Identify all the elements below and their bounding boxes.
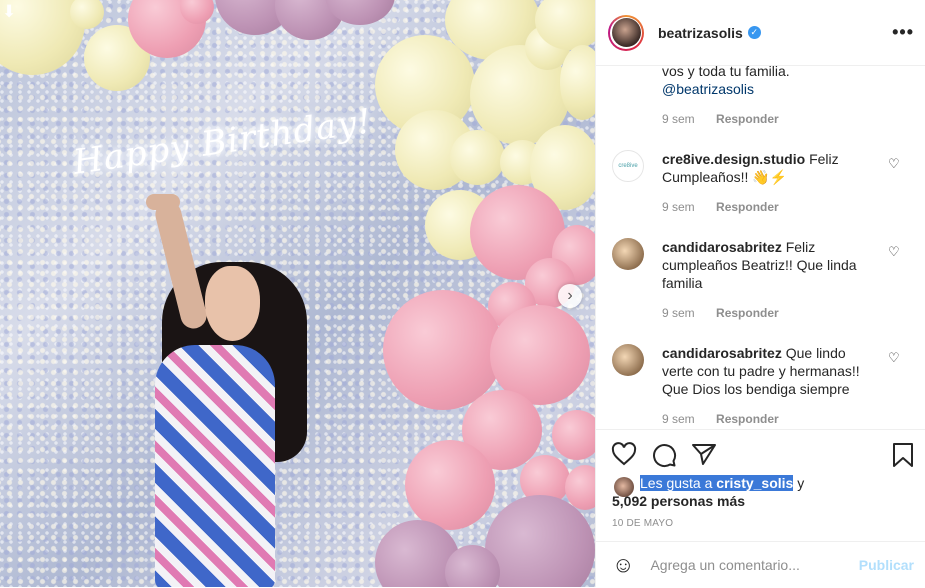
likes-prefix: Les gusta a [640, 475, 717, 491]
balloon [552, 410, 595, 460]
comment-time[interactable]: 9 sem [662, 412, 695, 426]
caption-text: vos y toda tu familia. [662, 66, 790, 79]
reply-button[interactable]: Responder [716, 112, 779, 126]
comment-like-heart-icon[interactable]: ♡ [888, 350, 900, 366]
likes-count[interactable]: 5,092 personas más [612, 493, 745, 509]
comment-like-heart-icon[interactable]: ♡ [888, 244, 900, 260]
post-username[interactable]: beatrizasolis [658, 25, 743, 41]
comment-username[interactable]: candidarosabritez [662, 345, 782, 361]
save-bookmark-icon[interactable] [892, 442, 914, 468]
comment-bubble-icon[interactable] [651, 442, 677, 468]
add-comment-bar: ☺ Publicar [596, 541, 925, 588]
reply-button[interactable]: Responder [716, 306, 779, 320]
comment-username[interactable]: candidarosabritez [662, 239, 782, 255]
comment-input[interactable] [648, 556, 843, 574]
caption-meta: 9 sem Responder [662, 112, 779, 126]
action-bar [596, 429, 925, 480]
comment-username[interactable]: cre8ive.design.studio [662, 151, 805, 167]
avatar [611, 18, 641, 47]
balloon [450, 130, 505, 185]
post-date[interactable]: 10 DE MAYO [612, 518, 673, 529]
cre8ive-logo-icon: cre8ive [618, 163, 638, 169]
chevron-right-icon: › [567, 287, 573, 304]
comment-meta: 9 sem Responder [662, 200, 779, 214]
comment-avatar[interactable] [612, 238, 644, 270]
comment-avatar[interactable] [612, 344, 644, 376]
comments-list: vos y toda tu familia. @beatrizasolis 9 … [596, 66, 925, 429]
person-face [205, 266, 260, 341]
balloon [383, 290, 503, 410]
comment-time[interactable]: 9 sem [662, 112, 695, 126]
story-ring[interactable] [608, 14, 644, 51]
comment-time[interactable]: 9 sem [662, 306, 695, 320]
post-photo[interactable]: Happy Birthday! ⬇ › [0, 0, 595, 587]
caption-fragment: vos y toda tu familia. @beatrizasolis [662, 66, 790, 98]
comment-meta: 9 sem Responder [662, 412, 779, 426]
more-options-icon[interactable]: ••• [892, 22, 914, 43]
post-header: beatrizasolis ✓ ••• [596, 0, 925, 66]
likes-summary: Les gusta a cristy_solis y 5,092 persona… [612, 474, 805, 510]
tag-arrow-icon[interactable]: ⬇ [2, 2, 16, 22]
reply-button[interactable]: Responder [716, 412, 779, 426]
post-sidebar: beatrizasolis ✓ ••• vos y toda tu famili… [595, 0, 925, 587]
verified-badge-icon: ✓ [747, 26, 761, 39]
like-heart-icon[interactable] [611, 442, 637, 466]
likes-suffix: y [793, 475, 805, 491]
caption-mention[interactable]: @beatrizasolis [662, 80, 790, 98]
emoji-icon[interactable]: ☺ [612, 552, 634, 578]
next-photo-button[interactable]: › [558, 284, 582, 308]
comment-meta: 9 sem Responder [662, 306, 779, 320]
balloon [405, 440, 495, 530]
publish-button[interactable]: Publicar [859, 557, 914, 573]
liker-username[interactable]: cristy_solis [716, 475, 793, 491]
person-hand [146, 194, 180, 210]
comment-time[interactable]: 9 sem [662, 200, 695, 214]
comment-like-heart-icon[interactable]: ♡ [888, 156, 900, 172]
comment-avatar[interactable]: cre8ive [612, 150, 644, 182]
person-dress [155, 345, 275, 587]
share-send-icon[interactable] [691, 442, 717, 466]
reply-button[interactable]: Responder [716, 200, 779, 214]
